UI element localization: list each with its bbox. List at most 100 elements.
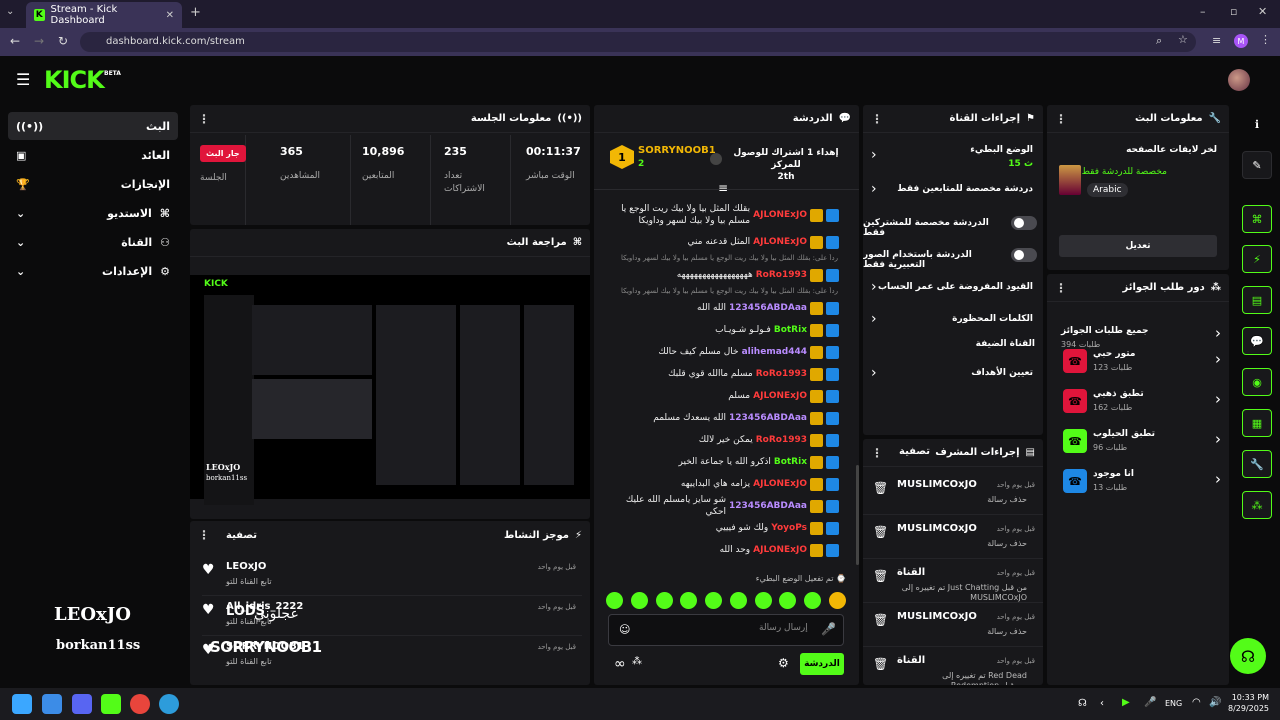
chat-username[interactable]: RoRo1993 <box>756 435 807 445</box>
volume-icon[interactable]: 🔊 <box>1209 697 1221 708</box>
chat-username[interactable]: 123456ABDAaa <box>729 413 807 423</box>
reward-item[interactable]: ☎ انا موجود 13 طلبات › <box>1047 464 1229 498</box>
chat-message[interactable]: بقلك المثل بيا ولا بيك ريت الوجع يا مسلم… <box>608 200 839 230</box>
send-chat-button[interactable]: الدردشة <box>800 653 844 675</box>
account-age-row[interactable]: › القيود المفروضة على عمر الحساب <box>863 277 1043 301</box>
nav-item-channel[interactable]: ⌄ القناة ⚇ <box>8 228 178 256</box>
browser-menu-icon[interactable]: ⋮ <box>1260 33 1271 46</box>
user-avatar[interactable] <box>1228 69 1250 91</box>
reward-item[interactable]: ☎ تطبق الحيلوب 96 طلبات › <box>1047 424 1229 458</box>
nav-item-stream[interactable]: ((•)) البث <box>8 112 178 140</box>
reload-icon[interactable]: ↻ <box>58 34 68 48</box>
chat-username[interactable]: AJLONExJO <box>753 479 807 489</box>
chat-username[interactable]: AJLONExJO <box>753 391 807 401</box>
reading-list-icon[interactable]: ≡ <box>1212 34 1221 47</box>
tab-search-icon[interactable]: ⌄ <box>6 6 14 17</box>
chat-message[interactable]: مسلم AJLONExJO <box>608 386 839 406</box>
emote-3[interactable] <box>655 592 673 609</box>
chat-username[interactable]: RoRo1993 <box>756 369 807 379</box>
chat-settings-gear-icon[interactable]: ⚙ <box>778 656 789 670</box>
panels-icon[interactable]: ▦ <box>1242 409 1272 437</box>
emote-9[interactable] <box>804 592 822 609</box>
close-window-icon[interactable]: ✕ <box>1258 5 1267 18</box>
mic-icon[interactable]: 🎤 <box>821 622 836 636</box>
slow-mode-row[interactable]: › الوضع البطيء 15 ث <box>863 139 1043 175</box>
goals-row[interactable]: › تعيين الأهداف <box>863 363 1043 387</box>
emotes-only-row[interactable]: الدردشة باستخدام الصور التعبيرية فقط <box>863 245 1043 270</box>
url-field[interactable]: dashboard.kick.com/stream <box>80 32 1196 52</box>
forward-icon[interactable]: → <box>34 34 44 48</box>
more-options-icon[interactable]: ⋮ <box>198 528 210 542</box>
chat-username[interactable]: RoRo1993 <box>756 270 807 280</box>
chat-message[interactable]: يزامه هاي البداييهه AJLONExJO <box>608 474 839 494</box>
more-options-icon[interactable]: ⋮ <box>1055 112 1067 126</box>
info-icon[interactable]: ℹ <box>1242 110 1272 138</box>
support-headset-icon[interactable]: ☊ <box>1230 638 1266 674</box>
close-tab-icon[interactable]: ✕ <box>166 10 174 21</box>
chat-message[interactable]: المثل قدعنه مني AJLONExJO <box>608 232 839 252</box>
headphones-icon[interactable]: ☊ <box>1078 698 1087 709</box>
chat-message[interactable]: الله يسعدك مسلمم 123456ABDAaa <box>608 408 839 428</box>
infinity-icon[interactable]: ∞ <box>614 656 626 672</box>
more-options-icon[interactable]: ⋮ <box>871 446 883 460</box>
wifi-icon[interactable]: ◠ <box>1192 697 1201 708</box>
rewards-side-icon[interactable]: ⁂ <box>1242 491 1272 519</box>
chrome-icon[interactable] <box>130 694 150 714</box>
maximize-icon[interactable]: ▫ <box>1230 5 1237 18</box>
chat-username[interactable]: YoyoPs <box>771 523 807 533</box>
minimize-icon[interactable]: – <box>1200 5 1206 18</box>
chat-message[interactable]: فـولـو شـويـاب BotRix <box>608 320 839 340</box>
play-icon[interactable]: ▶ <box>1122 697 1130 708</box>
back-icon[interactable]: ← <box>10 34 20 48</box>
profile-avatar[interactable]: M <box>1234 34 1248 48</box>
language-indicator[interactable]: ENG <box>1165 699 1182 708</box>
wrench-icon[interactable]: 🔧 <box>1242 450 1272 478</box>
chat-message[interactable]: يمكن خير لالك RoRo1993 <box>608 430 839 450</box>
kick-taskbar-icon[interactable] <box>101 694 121 714</box>
chat-username[interactable]: AJLONExJO <box>753 545 807 555</box>
pinned-user[interactable]: SORRYNOOB1 <box>638 145 716 156</box>
chat-message[interactable]: شو سايز يامسلم الله عليك احكي 123456ABDAa… <box>608 495 839 517</box>
chat-message[interactable]: وحد الله AJLONExJO <box>608 540 839 560</box>
files-icon[interactable] <box>42 694 62 714</box>
more-options-icon[interactable]: ⋮ <box>198 112 210 126</box>
edit-pencil-icon[interactable]: ✎ <box>1242 151 1272 179</box>
chat-username[interactable]: alihemad444 <box>742 347 807 357</box>
all-rewards-row[interactable]: جميع طلبات الجوائز 394 طلبات › <box>1047 310 1229 349</box>
chat-message[interactable]: هههههههههههههههههه RoRo1993 <box>608 265 839 285</box>
rewards-icon[interactable]: ⁂ <box>632 656 642 667</box>
document-icon[interactable]: ▤ <box>1242 286 1272 314</box>
nav-item-achievements[interactable]: 🏆 الإنجازات <box>8 170 178 198</box>
reward-item[interactable]: ☎ تطبق ذهبي 162 طلبات › <box>1047 384 1229 418</box>
kick-logo[interactable]: KICK <box>44 66 105 94</box>
more-options-icon[interactable]: ⋮ <box>871 112 883 126</box>
chat-username[interactable]: BotRix <box>774 457 807 467</box>
chat-message[interactable]: خال مسلم كيف حالك alihemad444 <box>608 342 839 362</box>
discord-icon[interactable] <box>72 694 92 714</box>
filter-button[interactable]: تصفية <box>899 446 930 460</box>
chat-username[interactable]: 123456ABDAaa <box>729 501 807 511</box>
category-name[interactable]: مخصصة للدردشة فقط <box>1082 167 1167 177</box>
chat-bubble-icon[interactable]: 💬 <box>1242 327 1272 355</box>
edit-button[interactable]: تعديل <box>1059 235 1217 257</box>
new-tab-icon[interactable]: + <box>190 5 201 20</box>
nav-item-revenue[interactable]: ▣ العائد <box>8 141 178 169</box>
collapse-pinned-icon[interactable]: ≡ <box>718 181 728 195</box>
subs-only-toggle[interactable] <box>1011 216 1037 230</box>
chat-username[interactable]: AJLONExJO <box>753 237 807 247</box>
reward-item[interactable]: ☎ متور حبي 123 طلبات › <box>1047 344 1229 378</box>
chat-username[interactable]: 123456ABDAaa <box>729 303 807 313</box>
banned-words-row[interactable]: › الكلمات المحظورة <box>863 309 1043 333</box>
prev-icon[interactable]: ‹ <box>1100 698 1104 709</box>
subs-only-row[interactable]: الدردشة مخصصة للمشتركين فقط <box>863 213 1043 238</box>
emote-2[interactable] <box>630 592 648 609</box>
emote-7[interactable] <box>754 592 772 609</box>
chat-message[interactable]: مسلم ماالله قوي قلبك RoRo1993 <box>608 364 839 384</box>
hamburger-menu-icon[interactable]: ☰ <box>16 70 30 89</box>
zoom-icon[interactable]: ⌕ <box>1156 34 1162 48</box>
nav-item-settings[interactable]: ⌄ الإعدادات ⚙ <box>8 257 178 285</box>
nav-item-studio[interactable]: ⌄ الاستديو ⌘ <box>8 199 178 227</box>
emote-5[interactable] <box>705 592 723 609</box>
browser-icon[interactable] <box>159 694 179 714</box>
broadcast-icon[interactable]: ◉ <box>1242 368 1272 396</box>
